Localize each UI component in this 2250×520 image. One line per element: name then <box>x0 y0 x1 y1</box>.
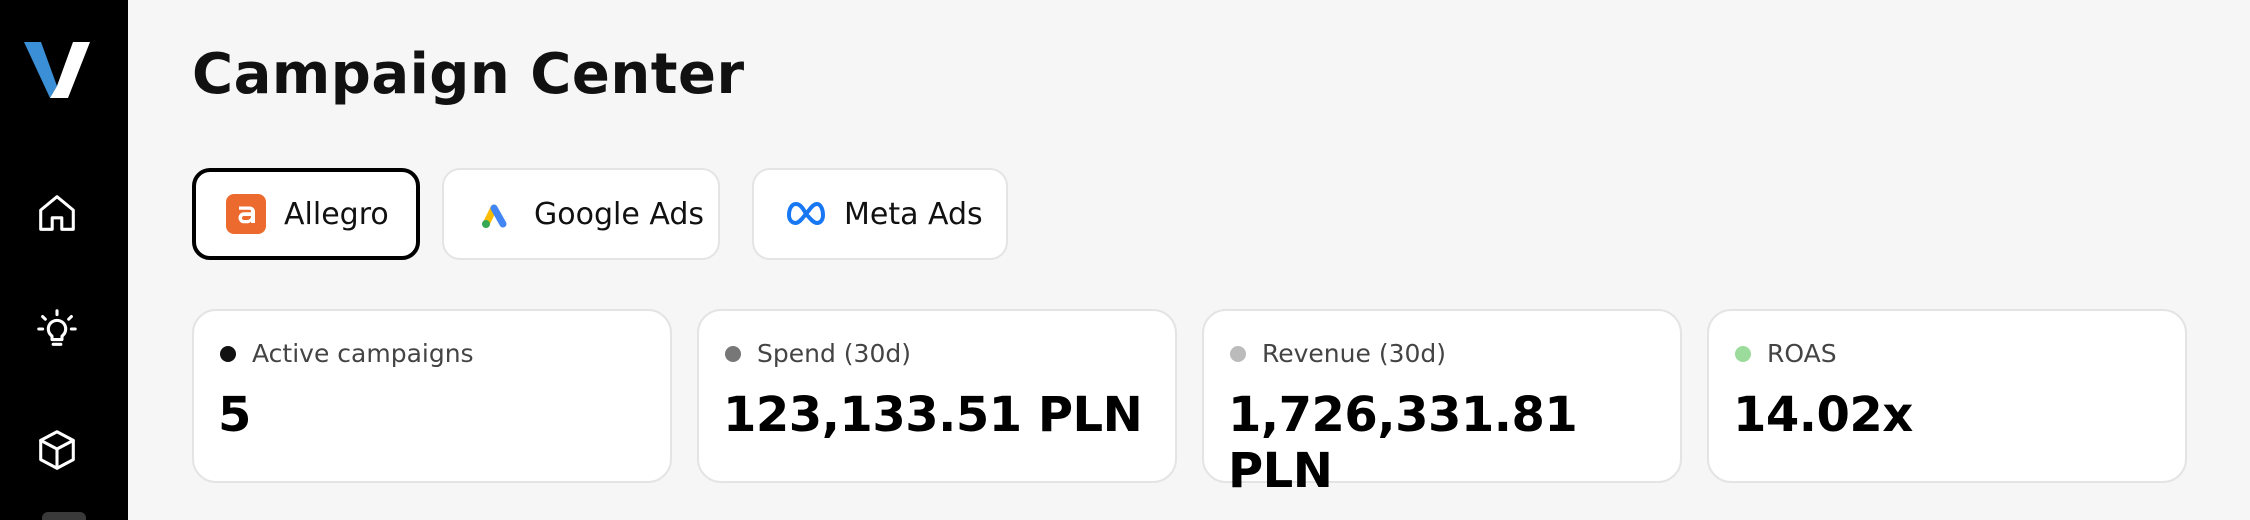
allegro-icon <box>226 194 266 234</box>
stat-label: Active campaigns <box>252 339 474 368</box>
status-dot <box>1230 345 1246 362</box>
sidebar <box>0 0 128 520</box>
stat-value: 14.02x <box>1733 387 1913 443</box>
stat-card-roas: ROAS 14.02x <box>1707 309 2187 483</box>
stat-card-revenue: Revenue (30d) 1,726,331.81 PLN <box>1202 309 1682 499</box>
stat-value: 123,133.51 PLN <box>723 387 1143 443</box>
stat-value: 5 <box>218 387 251 443</box>
sidebar-item-products[interactable] <box>24 417 90 483</box>
google-ads-icon <box>482 204 507 228</box>
logo-icon <box>24 42 90 98</box>
stat-label: Spend (30d) <box>757 339 911 368</box>
tab-google-ads[interactable]: Google Ads <box>442 168 720 260</box>
lightbulb-icon <box>37 309 77 346</box>
sidebar-item-ideas[interactable] <box>24 296 90 362</box>
home-icon <box>39 195 75 231</box>
cube-icon <box>39 430 75 470</box>
status-dot <box>725 345 741 362</box>
stat-card-spend: Spend (30d) 123,133.51 PLN <box>697 309 1177 483</box>
sidebar-scroll-indicator <box>42 512 86 520</box>
tab-label: Allegro <box>284 196 389 232</box>
stat-label: ROAS <box>1767 339 1837 368</box>
status-dot <box>220 345 236 362</box>
app-logo[interactable] <box>24 40 90 100</box>
tab-label: Google Ads <box>534 196 704 232</box>
page-title: Campaign Center <box>192 42 745 107</box>
meta-icon <box>787 202 825 225</box>
stat-label: Revenue (30d) <box>1262 339 1447 368</box>
tab-meta-ads[interactable]: Meta Ads <box>752 168 1008 260</box>
tab-label: Meta Ads <box>844 196 983 232</box>
stat-value: 1,726,331.81 PLN <box>1228 387 1578 499</box>
status-dot <box>1735 345 1751 362</box>
tab-allegro[interactable]: Allegro <box>192 168 420 260</box>
sidebar-item-home[interactable] <box>24 180 90 246</box>
stat-card-active-campaigns: Active campaigns 5 <box>192 309 672 483</box>
